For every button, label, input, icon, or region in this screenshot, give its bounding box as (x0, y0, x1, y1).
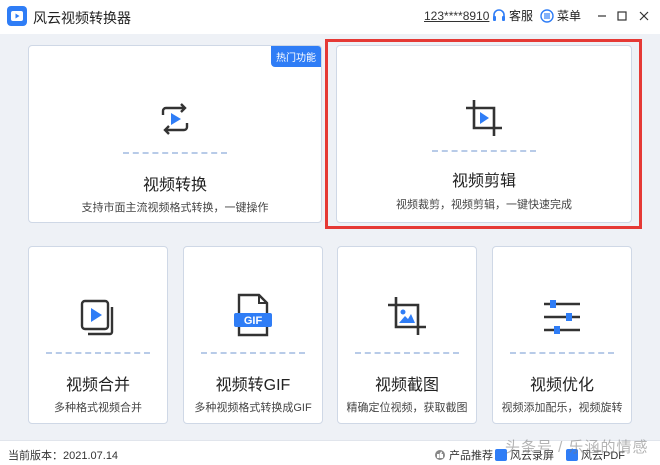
video-optimize-card[interactable]: 视频优化 视频添加配乐，视频旋转 (492, 246, 632, 424)
video-convert-card[interactable]: 热门功能 视频转换 支持市面主流视频格式转换，一键操作 (28, 45, 322, 223)
video-screenshot-card[interactable]: 视频截图 精确定位视频，获取截图 (337, 246, 477, 424)
divider (510, 352, 614, 354)
video-convert-title: 视频转换 (142, 177, 207, 194)
minimize-button[interactable] (592, 6, 612, 26)
merge-icon (80, 299, 114, 336)
convert-icon (161, 103, 189, 135)
headset-icon (493, 8, 505, 21)
video-to-gif-desc: 多种视频格式转换成GIF (194, 402, 312, 414)
product-recommend: 产品推荐： (434, 447, 504, 463)
selected-card-highlight (325, 39, 642, 229)
close-button[interactable] (634, 6, 654, 26)
version-value: 2021.07.14 (63, 450, 119, 462)
menu-button[interactable]: 菜单 (540, 7, 581, 24)
divider (355, 352, 459, 354)
crop-image-icon (388, 297, 426, 335)
minimize-icon (598, 15, 606, 17)
hot-feature-badge: 热门功能 (271, 46, 321, 67)
title-bar: 风云视频转换器 123****8910 客服 菜单 (0, 0, 660, 34)
account-link[interactable]: 123****8910 (424, 9, 489, 23)
customer-service-label: 客服 (509, 9, 534, 23)
sliders-icon (544, 300, 580, 334)
menu-icon (540, 8, 554, 23)
video-screenshot-desc: 精确定位视频，获取截图 (346, 402, 468, 414)
divider (123, 152, 227, 154)
watermark: 头条号 / 乐涵的情感 (505, 439, 649, 456)
customer-service-button[interactable]: 客服 (492, 7, 533, 24)
maximize-icon (617, 11, 627, 21)
video-screenshot-title: 视频截图 (374, 377, 439, 394)
app-logo-icon (7, 6, 27, 26)
maximize-button[interactable] (612, 6, 632, 26)
menu-label: 菜单 (557, 9, 582, 23)
video-to-gif-title: 视频转GIF (215, 377, 291, 394)
video-to-gif-card[interactable]: GIF 视频转GIF 多种视频格式转换成GIF (183, 246, 323, 424)
video-merge-card[interactable]: 视频合并 多种格式视频合并 (28, 246, 168, 424)
video-convert-desc: 支持市面主流视频格式转换，一键操作 (81, 202, 269, 214)
version-label: 当前版本： (8, 450, 63, 462)
app-title: 风云视频转换器 (33, 10, 131, 26)
thumbs-up-icon (435, 450, 445, 460)
gif-file-icon: GIF (234, 293, 272, 337)
video-optimize-title: 视频优化 (529, 377, 594, 394)
divider (46, 352, 150, 354)
version-info: 当前版本：2021.07.14 (8, 447, 118, 463)
divider (201, 352, 305, 354)
video-merge-title: 视频合并 (65, 377, 130, 394)
close-icon (639, 11, 649, 21)
video-merge-desc: 多种格式视频合并 (54, 402, 142, 414)
gif-icon-text: GIF (244, 315, 263, 327)
video-optimize-desc: 视频添加配乐，视频旋转 (501, 402, 623, 414)
